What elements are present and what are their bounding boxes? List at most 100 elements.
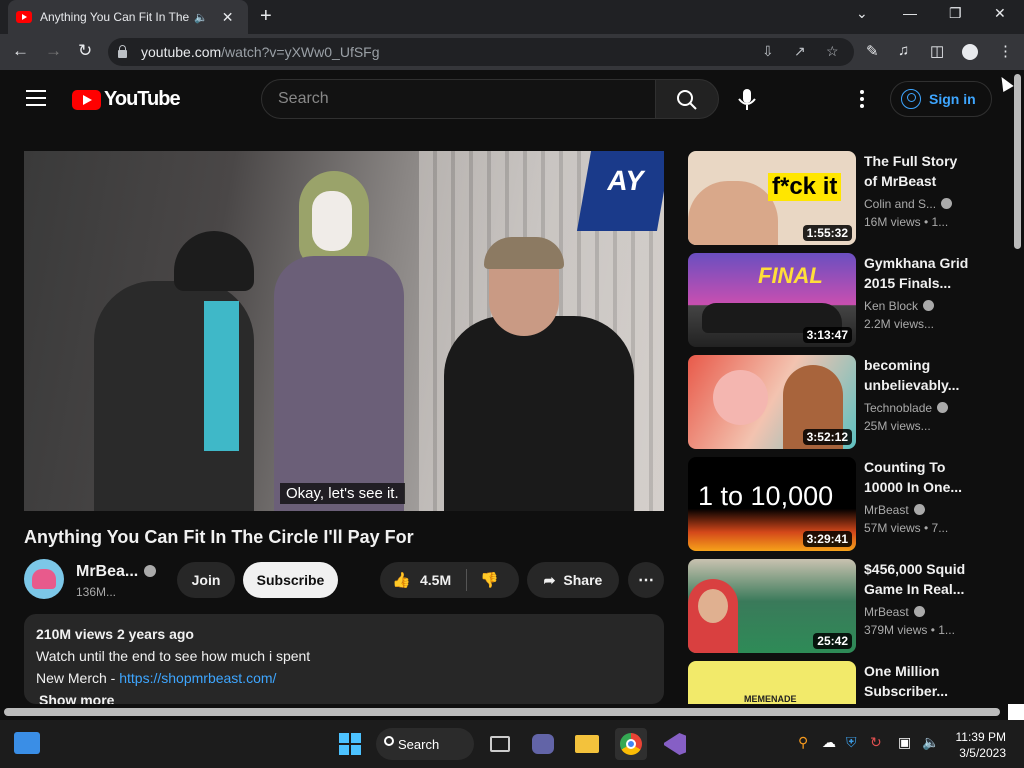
side-panel-icon[interactable]: ◫ <box>930 42 944 60</box>
task-view-icon[interactable] <box>484 728 516 760</box>
settings-kebab-icon[interactable] <box>852 89 872 109</box>
video-duration: 3:52:12 <box>802 429 852 445</box>
recommendation-thumbnail[interactable]: 3:52:12 <box>688 355 856 449</box>
description-box[interactable]: 210M views 2 years ago Watch until the e… <box>24 614 664 708</box>
teams-chat-icon[interactable] <box>527 728 559 760</box>
security-shield-icon[interactable]: ⛨ <box>846 734 857 751</box>
share-button[interactable]: ➦ Share <box>527 562 619 598</box>
recommendation-thumbnail[interactable]: FINAL 3:13:47 <box>688 253 856 347</box>
recommendation-title: $456,000 Squid Game In Real... <box>864 561 966 597</box>
horizontal-scrollbar[interactable] <box>0 704 1012 720</box>
browser-tab-strip: Anything You Can Fit In The Circle I'll … <box>0 0 1024 34</box>
taskbar-search-button[interactable]: Search <box>376 728 474 760</box>
reload-icon[interactable]: ↻ <box>78 41 92 61</box>
recommendation-item[interactable]: FINAL 3:13:47 Gymkhana Grid 2015 Finals.… <box>688 253 978 347</box>
vertical-scrollbar[interactable] <box>1012 70 1024 704</box>
new-tab-icon[interactable]: + <box>260 5 272 28</box>
youtube-wordmark: YouTube <box>104 88 181 110</box>
thumbnail-text: MEMENADE <box>744 694 797 704</box>
url-host: youtube.com <box>141 44 222 60</box>
audio-playing-icon[interactable]: 🔈 <box>194 11 208 24</box>
recommendation-thumbnail[interactable]: f*ck it 1:55:32 <box>688 151 856 245</box>
channel-avatar[interactable] <box>24 559 64 599</box>
like-count[interactable]: 4.5M <box>420 572 451 588</box>
onedrive-cloud-icon[interactable]: ☁ <box>822 734 836 751</box>
video-duration: 3:13:47 <box>802 327 852 343</box>
widgets-icon[interactable] <box>14 732 40 754</box>
visual-studio-icon[interactable] <box>659 728 691 760</box>
recommendation-item[interactable]: 25:42 $456,000 Squid Game In Real... MrB… <box>688 559 978 653</box>
recommendation-channel: Technoblade <box>864 401 949 415</box>
verified-badge-icon <box>937 402 949 413</box>
profile-avatar-icon[interactable] <box>962 44 978 60</box>
browser-menu-icon[interactable]: ⋮ <box>998 42 1013 60</box>
dislike-thumb-down-icon[interactable]: 👎 <box>480 571 499 589</box>
video-subtitle: Okay, let's see it. <box>280 483 405 504</box>
youtube-logo[interactable]: YouTube <box>72 88 181 111</box>
thumbnail-face <box>698 589 728 623</box>
update-icon[interactable]: ↻ <box>870 734 882 751</box>
video-player[interactable]: Okay, let's see it. <box>24 151 664 511</box>
share-page-icon[interactable]: ↗ <box>794 43 806 60</box>
horizontal-scroll-thumb[interactable] <box>4 708 1000 716</box>
description-line: Watch until the end to see how much i sp… <box>36 648 311 664</box>
vertical-scroll-thumb[interactable] <box>1014 74 1021 249</box>
merch-link[interactable]: https://shopmrbeast.com/ <box>119 670 276 686</box>
browser-tab[interactable]: Anything You Can Fit In The Circle I'll … <box>8 0 248 34</box>
recommendation-thumbnail[interactable]: 1 to 10,000 3:29:41 <box>688 457 856 551</box>
network-icon[interactable]: ▣ <box>898 734 911 751</box>
taskbar-search-label: Search <box>398 736 440 752</box>
search-input[interactable] <box>278 90 638 108</box>
address-bar[interactable]: youtube.com/watch?v=yXWw0_UfSFg ⇩ ↗ ☆ <box>108 38 854 66</box>
like-dislike-group: 👍 4.5M 👎 <box>380 562 519 598</box>
merch-line: New Merch - https://shopmrbeast.com/ <box>36 670 652 686</box>
lock-icon[interactable] <box>118 45 127 58</box>
forward-icon[interactable]: → <box>45 41 62 61</box>
file-explorer-icon[interactable] <box>571 728 603 760</box>
thumbnail-text: 1 to 10,000 <box>698 481 834 511</box>
verified-badge-icon <box>913 606 925 617</box>
more-actions-icon[interactable]: ⋯ <box>628 562 664 598</box>
restore-icon[interactable]: ❐ <box>949 5 962 22</box>
tray-search-icon[interactable]: ⚲ <box>798 734 808 751</box>
volume-icon[interactable]: 🔈 <box>922 734 939 751</box>
url-path: /watch?v=yXWw0_UfSFg <box>221 44 380 60</box>
tab-close-icon[interactable]: ✕ <box>222 9 234 26</box>
recommendation-thumbnail[interactable]: 25:42 <box>688 559 856 653</box>
start-button[interactable] <box>334 728 366 760</box>
like-thumb-up-icon[interactable]: 👍 <box>392 571 411 589</box>
search-button[interactable] <box>655 79 719 119</box>
voice-search-button[interactable] <box>727 79 767 119</box>
recommendation-thumbnail[interactable]: MEMENADE <box>688 661 856 704</box>
recommendation-item[interactable]: f*ck it 1:55:32 The Full Story of MrBeas… <box>688 151 978 245</box>
channel-name[interactable]: MrBea... <box>76 563 157 581</box>
window-close-icon[interactable]: ✕ <box>994 5 1006 22</box>
chrome-icon[interactable] <box>615 728 647 760</box>
tab-search-chevron-icon[interactable]: ⌄ <box>856 5 868 22</box>
join-button[interactable]: Join <box>177 562 235 598</box>
back-icon[interactable]: ← <box>12 41 29 61</box>
sign-in-button[interactable]: Sign in <box>890 81 992 117</box>
verified-badge-icon <box>941 198 953 209</box>
recommendation-meta: 16M views • 1... <box>864 215 949 229</box>
system-clock[interactable]: 11:39 PM 3/5/2023 <box>952 729 1006 761</box>
verified-badge-icon <box>913 504 925 515</box>
recommendation-item[interactable]: MEMENADE One Million Subscriber... <box>688 661 978 704</box>
extensions-puzzle-icon[interactable]: ✎ <box>866 42 879 60</box>
thumbnail-text: f*ck it <box>768 173 842 201</box>
share-arrow-icon: ➦ <box>543 571 556 588</box>
subscribe-button[interactable]: Subscribe <box>243 562 338 598</box>
media-control-icon[interactable]: ♫ <box>898 42 909 59</box>
video-person-right <box>444 237 634 511</box>
guide-menu-icon[interactable] <box>26 90 46 106</box>
recommendation-meta: 25M views... <box>864 419 931 433</box>
recommendation-item[interactable]: 1 to 10,000 3:29:41 Counting To 10000 In… <box>688 457 978 551</box>
microphone-icon <box>738 89 756 110</box>
minimize-icon[interactable]: — <box>903 5 917 21</box>
bookmark-star-icon[interactable]: ☆ <box>826 43 839 60</box>
thumbnail-character <box>713 370 768 425</box>
recommendation-channel: MrBeast <box>864 503 925 517</box>
sign-in-label: Sign in <box>929 91 976 107</box>
install-app-icon[interactable]: ⇩ <box>762 43 774 60</box>
recommendation-item[interactable]: 3:52:12 becoming unbelievably... Technob… <box>688 355 978 449</box>
